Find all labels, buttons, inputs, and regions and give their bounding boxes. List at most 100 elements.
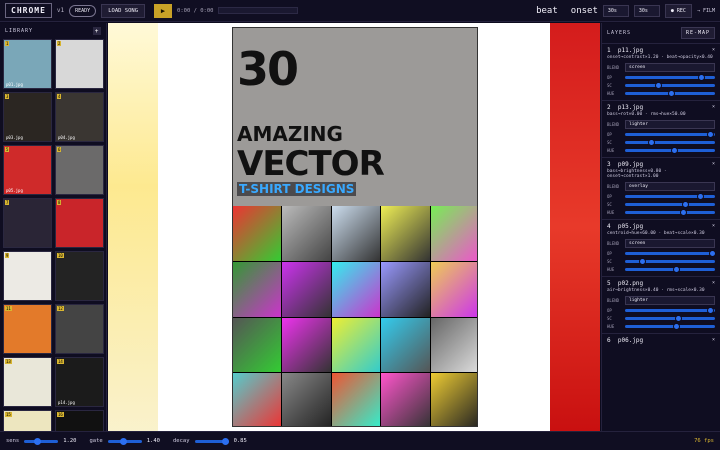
library-thumb[interactable]: 5 p05.jpg bbox=[3, 145, 52, 195]
time-readout: 0:00 / 0:00 bbox=[177, 7, 214, 14]
sens-knob[interactable] bbox=[33, 437, 41, 445]
duration-select-1[interactable]: 30s bbox=[602, 4, 629, 17]
blend-select[interactable]: screen bbox=[625, 63, 715, 72]
layer-title: 4 p05.jpg bbox=[607, 223, 644, 230]
sc-knob[interactable] bbox=[655, 82, 663, 89]
library-thumb[interactable]: 2 bbox=[55, 39, 104, 89]
progress-bar[interactable] bbox=[218, 7, 299, 14]
decay-knob[interactable] bbox=[221, 437, 229, 445]
gate-knob[interactable] bbox=[119, 437, 127, 445]
thumb-index: 10 bbox=[57, 253, 64, 258]
load-song-button[interactable]: LOAD SONG bbox=[101, 3, 146, 18]
op-knob[interactable] bbox=[698, 74, 706, 81]
record-button[interactable]: ● REC bbox=[664, 3, 692, 18]
hue-slider[interactable] bbox=[625, 209, 715, 216]
layers-title: LAYERS bbox=[607, 30, 632, 36]
library-thumb[interactable]: 1 p01.jpg bbox=[3, 39, 52, 89]
thumb-index: 1 bbox=[5, 41, 10, 46]
close-icon[interactable]: × bbox=[712, 104, 715, 110]
mosaic-tile bbox=[233, 206, 282, 261]
library-thumb[interactable]: 8 bbox=[55, 198, 104, 248]
layer-card[interactable]: 3 p09.jpg × bass→brightness×0.80 · onset→c… bbox=[602, 157, 720, 219]
beat-indicator: beat bbox=[536, 5, 558, 16]
layer-card[interactable]: 6 p06.jpg × bbox=[602, 333, 720, 348]
layer-card[interactable]: 5 p02.png × air→brightness×0.40 · rms→scal… bbox=[602, 276, 720, 333]
layer-card[interactable]: 4 p05.jpg × centroid→hue×60.00 · beat→scal… bbox=[602, 219, 720, 276]
blend-select[interactable]: lighter bbox=[625, 296, 715, 305]
thumb-index: 12 bbox=[57, 306, 64, 311]
library-thumb[interactable]: 12 bbox=[55, 304, 104, 354]
gate-slider[interactable] bbox=[107, 437, 142, 445]
close-icon[interactable]: × bbox=[712, 337, 715, 343]
hue-label: HUE bbox=[607, 148, 615, 153]
blend-select[interactable]: screen bbox=[625, 239, 715, 248]
op-label: OP bbox=[607, 132, 612, 137]
duration-select-2[interactable]: 30s bbox=[633, 4, 660, 17]
hue-knob[interactable] bbox=[673, 266, 681, 273]
op-slider[interactable] bbox=[625, 193, 715, 200]
thumb-index: 5 bbox=[5, 147, 10, 152]
close-icon[interactable]: × bbox=[712, 161, 715, 167]
hue-knob[interactable] bbox=[673, 323, 681, 330]
library-thumb[interactable]: 14 p14.jpg bbox=[55, 357, 104, 407]
sc-slider[interactable] bbox=[625, 258, 715, 265]
library-thumb[interactable]: 15 bbox=[3, 410, 52, 431]
canvas-stage[interactable]: 30 AMAZING VECTOR T-SHIRT DESIGNS bbox=[108, 23, 600, 431]
sens-slider[interactable] bbox=[24, 437, 59, 445]
close-icon[interactable]: × bbox=[712, 47, 715, 53]
library-thumb[interactable]: 13 bbox=[3, 357, 52, 407]
layers-panel: LAYERS RE-MAP 1 p11.jpg × onset→contrast×1… bbox=[601, 23, 720, 431]
hue-slider[interactable] bbox=[625, 323, 715, 330]
op-slider[interactable] bbox=[625, 74, 715, 81]
close-icon[interactable]: × bbox=[712, 223, 715, 229]
close-icon[interactable]: × bbox=[712, 280, 715, 286]
library-thumb[interactable]: 10 bbox=[55, 251, 104, 301]
sc-label: SC bbox=[607, 202, 612, 207]
sc-slider[interactable] bbox=[625, 82, 715, 89]
library-thumb[interactable]: 16 bbox=[55, 410, 104, 431]
sc-knob[interactable] bbox=[648, 139, 655, 146]
play-button[interactable]: ▶ bbox=[154, 3, 173, 18]
blend-select[interactable]: lighter bbox=[625, 120, 715, 129]
library-thumb[interactable]: 6 bbox=[55, 145, 104, 195]
hue-label: HUE bbox=[607, 324, 615, 329]
op-knob[interactable] bbox=[709, 250, 717, 257]
op-slider[interactable] bbox=[625, 250, 717, 257]
add-image-button[interactable]: + bbox=[93, 27, 101, 35]
layer-card[interactable]: 1 p11.jpg × onset→contrast×1.20 · beat→opa… bbox=[602, 43, 720, 100]
thumb-index: 13 bbox=[5, 359, 12, 364]
sc-slider[interactable] bbox=[625, 201, 715, 208]
op-slider[interactable] bbox=[625, 131, 715, 138]
layer-card[interactable]: 2 p13.jpg × bass→rot×0.00 · rms→hue×50.00 B… bbox=[602, 100, 720, 157]
fps-counter: 76 fps bbox=[694, 438, 714, 444]
sc-slider[interactable] bbox=[625, 139, 715, 146]
remap-button[interactable]: RE-MAP bbox=[680, 27, 715, 39]
op-slider[interactable] bbox=[625, 307, 715, 314]
hue-slider[interactable] bbox=[625, 147, 715, 154]
mosaic-tile bbox=[430, 206, 477, 261]
sc-knob[interactable] bbox=[682, 201, 690, 208]
op-knob[interactable] bbox=[706, 307, 714, 314]
sc-slider[interactable] bbox=[625, 315, 715, 322]
library-thumb[interactable]: 3 p03.jpg bbox=[3, 92, 52, 142]
library-thumb[interactable]: 4 p04.jpg bbox=[55, 92, 104, 142]
hue-knob[interactable] bbox=[680, 209, 688, 216]
layer-modulation: bass→brightness×0.80 · onset→contrast×1.… bbox=[607, 169, 667, 179]
decay-slider[interactable] bbox=[194, 437, 229, 445]
library-thumb[interactable]: 11 bbox=[3, 304, 52, 354]
hue-knob[interactable] bbox=[667, 90, 675, 97]
op-knob[interactable] bbox=[696, 193, 704, 200]
library-thumb[interactable]: 7 bbox=[3, 198, 52, 248]
hue-knob[interactable] bbox=[670, 147, 678, 154]
sc-knob[interactable] bbox=[675, 315, 682, 322]
blend-select[interactable]: overlay bbox=[625, 182, 715, 191]
layer-modulation: centroid→hue×60.00 · beat→scale×0.30 bbox=[607, 231, 705, 236]
library-grid: 1 p01.jpg 2 3 p03.jpg 4 p04.jpg 5 p05.jpg 6 7 8 9 10 1… bbox=[0, 39, 106, 431]
library-thumb[interactable]: 9 bbox=[3, 251, 52, 301]
play-icon: ▶ bbox=[160, 6, 166, 15]
film-button[interactable]: → FILM bbox=[697, 8, 715, 14]
hue-slider[interactable] bbox=[625, 90, 715, 97]
sc-knob[interactable] bbox=[639, 258, 646, 265]
op-knob[interactable] bbox=[706, 131, 714, 138]
hue-slider[interactable] bbox=[625, 266, 715, 273]
